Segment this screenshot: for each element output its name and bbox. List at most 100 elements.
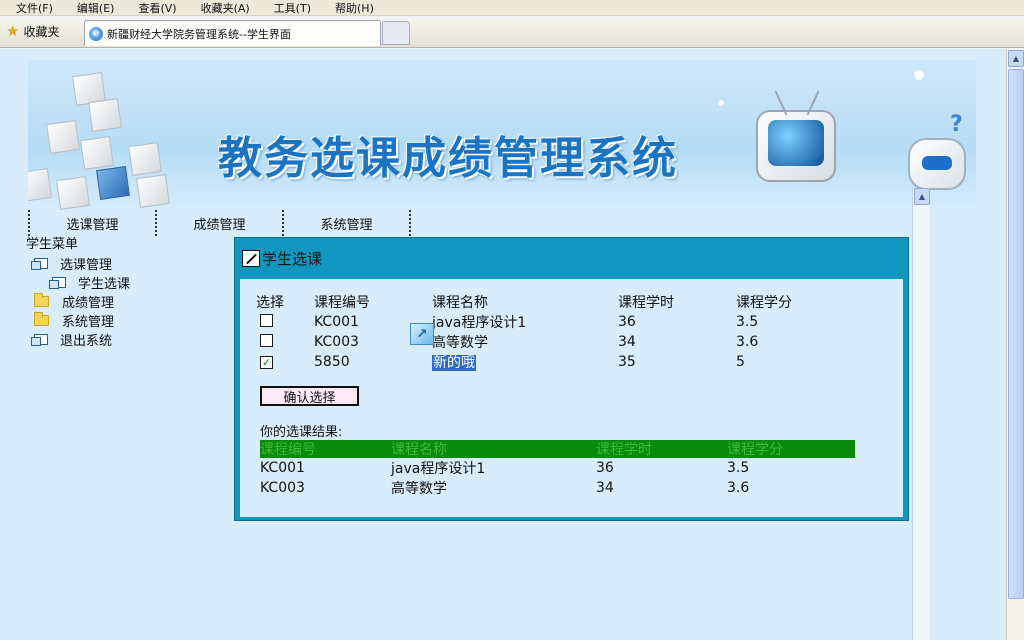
page-scrollbar[interactable]: ▲	[1006, 49, 1024, 640]
sparkle-decoration	[914, 70, 924, 80]
nav-course-selection[interactable]: 选课管理	[28, 210, 155, 236]
course-hours: 35	[618, 354, 636, 370]
scroll-up-icon[interactable]: ▲	[914, 188, 930, 205]
course-table: 选择 课程编号 课程名称 课程学时 课程学分 KC001 java程序设计1 3…	[256, 292, 816, 372]
course-hours: 34	[618, 334, 636, 350]
tree-item-system-management[interactable]: 系统管理	[26, 311, 226, 330]
question-mark-icon: ?	[950, 112, 963, 137]
tree-item-logout[interactable]: 退出系统	[26, 330, 226, 349]
cube-decoration	[88, 98, 122, 132]
cube-decoration	[28, 168, 52, 202]
tree-item-label: 退出系统	[60, 334, 113, 349]
edit-icon	[242, 249, 260, 267]
result-name: java程序设计1	[391, 461, 486, 477]
result-row: KC001 java程序设计1 36 3.5	[260, 458, 855, 478]
menu-file[interactable]: 文件(F)	[16, 0, 53, 16]
panel-title: 学生选课	[262, 249, 323, 268]
window-icon	[49, 277, 66, 289]
cube-decoration	[56, 176, 90, 210]
star-icon: ★	[6, 22, 20, 40]
course-name: 高等数学	[432, 335, 488, 351]
tree-item-student-selection[interactable]: 学生选课	[26, 273, 226, 292]
col-credits: 课程学分	[736, 295, 792, 311]
ie-icon: e	[89, 26, 103, 41]
result-row: KC003 高等数学 34 3.6	[260, 478, 855, 498]
cube-decoration	[80, 136, 114, 170]
browser-menu-bar: 文件(F) 编辑(E) 查看(V) 收藏夹(A) 工具(T) 帮助(H)	[0, 0, 1024, 16]
result-col-name: 课程名称	[391, 442, 447, 458]
confirm-selection-button[interactable]: 确认选择	[260, 386, 359, 406]
folder-icon	[34, 312, 49, 326]
result-label: 你的选课结果:	[260, 425, 343, 440]
course-selection-panel: 学生选课 选择 课程编号 课程名称 课程学时 课程学分 KC001 java程序…	[234, 237, 909, 521]
shortcut-arrow-icon: ↗	[410, 323, 434, 345]
tree-item-label: 成绩管理	[62, 296, 115, 311]
tree-item-course-management[interactable]: 选课管理	[26, 254, 226, 273]
menu-help[interactable]: 帮助(H)	[335, 0, 374, 16]
panel-header: 学生选课	[235, 238, 908, 278]
student-menu-tree: 学生菜单 选课管理 学生选课 成绩管理 系统管理 退出系统	[26, 235, 226, 349]
favorites-button[interactable]: ★ 收藏夹	[6, 23, 59, 40]
col-select: 选择	[256, 295, 284, 311]
folder-icon	[34, 293, 49, 307]
favorites-label: 收藏夹	[23, 25, 60, 39]
header-banner: 教务选课成绩管理系统 ?	[28, 60, 976, 210]
select-checkbox[interactable]	[260, 313, 273, 327]
nav-grades[interactable]: 成绩管理	[155, 210, 282, 236]
scrollbar-thumb[interactable]	[1008, 69, 1024, 599]
menu-edit[interactable]: 编辑(E)	[77, 0, 115, 16]
menu-view[interactable]: 查看(V)	[138, 0, 176, 16]
robot-illustration	[908, 138, 966, 190]
course-name: 新的哦	[432, 355, 476, 371]
col-hours: 课程学时	[618, 295, 674, 311]
result-col-hours: 课程学时	[596, 442, 652, 458]
course-name: java程序设计1	[432, 315, 527, 331]
tree-item-label: 选课管理	[60, 258, 113, 273]
result-table-header: 课程编号 课程名称 课程学时 课程学分	[260, 440, 855, 458]
result-table: 课程编号 课程名称 课程学时 课程学分 KC001 java程序设计1 36 3…	[260, 440, 855, 498]
col-name: 课程名称	[432, 295, 488, 311]
course-code: 5850	[314, 354, 350, 370]
cube-decoration	[46, 120, 80, 154]
result-code: KC001	[260, 460, 305, 476]
result-col-credits: 课程学分	[727, 442, 783, 458]
select-checkbox-checked[interactable]: ✓	[260, 356, 273, 369]
tab-title: 新疆财经大学院务管理系统--学生界面	[107, 27, 291, 41]
scroll-up-icon[interactable]: ▲	[1008, 50, 1024, 67]
table-row: ✓ 5850 新的哦 35 5	[256, 352, 816, 372]
browser-tab[interactable]: e 新疆财经大学院务管理系统--学生界面	[84, 20, 381, 46]
course-credits: 3.5	[736, 314, 759, 330]
tree-title: 学生菜单	[26, 237, 79, 252]
cube-decoration	[96, 166, 130, 200]
col-code: 课程编号	[314, 295, 370, 311]
result-name: 高等数学	[391, 481, 447, 497]
tv-illustration	[756, 90, 836, 182]
favorites-bar: ★ 收藏夹 e 新疆财经大学院务管理系统--学生界面	[0, 17, 1024, 48]
tree-item-grade-management[interactable]: 成绩管理	[26, 292, 226, 311]
result-credits: 3.6	[727, 480, 750, 496]
menu-favorites[interactable]: 收藏夹(A)	[201, 0, 250, 16]
cube-decoration	[136, 174, 170, 208]
result-code: KC003	[260, 480, 305, 496]
cube-decoration	[128, 142, 162, 176]
top-nav: 选课管理 成绩管理 系统管理	[28, 210, 411, 236]
nav-system[interactable]: 系统管理	[282, 210, 409, 236]
result-col-code: 课程编号	[260, 442, 316, 458]
course-credits: 5	[736, 354, 745, 370]
course-credits: 3.6	[736, 334, 759, 350]
nav-divider	[409, 210, 411, 236]
tree-item-label: 学生选课	[78, 277, 131, 292]
tree-item-label: 系统管理	[62, 315, 115, 330]
panel-body: 选择 课程编号 课程名称 课程学时 课程学分 KC001 java程序设计1 3…	[240, 279, 903, 517]
select-checkbox[interactable]	[260, 333, 273, 347]
sparkle-decoration	[718, 100, 724, 106]
menu-tools[interactable]: 工具(T)	[274, 0, 311, 16]
table-row: KC001 java程序设计1 36 3.5	[256, 312, 816, 332]
window-icon	[31, 334, 48, 346]
table-header: 选择 课程编号 课程名称 课程学时 课程学分	[256, 292, 816, 312]
frame-scrollbar[interactable]: ▲	[912, 188, 930, 640]
table-row: KC003 高等数学 34 3.6	[256, 332, 816, 352]
new-tab-button[interactable]	[382, 21, 410, 45]
result-hours: 36	[596, 460, 614, 476]
result-hours: 34	[596, 480, 614, 496]
